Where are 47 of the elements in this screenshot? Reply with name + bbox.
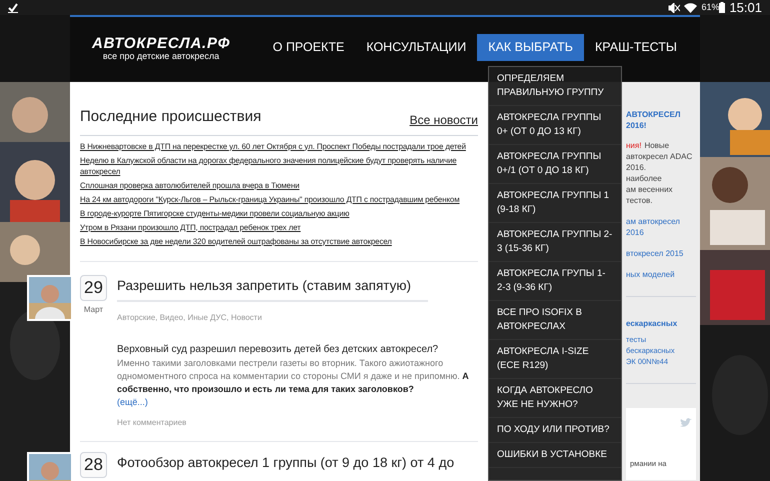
nav-tab[interactable]: О ПРОЕКТЕ xyxy=(262,34,356,61)
menu-item[interactable]: АВТОКРЕСЛА ГРУППЫ 0+ (ОТ 0 ДО 13 КГ) xyxy=(489,106,621,145)
menu-item[interactable]: ПО ХОДУ ИЛИ ПРОТИВ? xyxy=(489,418,621,443)
section-title: Последние происшествия xyxy=(80,107,262,127)
menu-item[interactable]: АВТОКРЕСЛА I-SIZE (ECE R129) xyxy=(489,340,621,379)
mute-icon xyxy=(668,2,680,12)
nav-tab[interactable]: КРАШ-ТЕСТЫ xyxy=(584,34,688,61)
clock: 15:01 xyxy=(729,0,762,17)
menu-item[interactable]: ВСЕ ПРО ISOFIX В АВТОКРЕСЛАХ xyxy=(489,301,621,340)
post-categories: Авторские, Видео, Иные ДУС, Новости xyxy=(117,312,263,324)
menu-item[interactable]: ОПРЕДЕЛЯЕМ ПРАВИЛЬНУЮ ГРУППУ xyxy=(489,67,621,106)
menu-item[interactable]: АВТОКРЕСЛА ГРУППЫ 2-3 (15-36 КГ) xyxy=(489,223,621,262)
site-tagline: все про детские автокресла xyxy=(102,50,220,62)
alert-text: ния! xyxy=(626,140,642,151)
battery-icon xyxy=(719,2,726,13)
menu-item[interactable]: ОШИБКИ В УСТАНОВКЕ xyxy=(489,443,621,468)
wifi-icon xyxy=(684,2,698,12)
avatar[interactable] xyxy=(27,274,73,320)
post-title[interactable]: Разрешить нельзя запретить (ставим запятую) xyxy=(117,274,478,300)
nav-tab[interactable]: КАК ВЫБРАТЬ xyxy=(477,34,584,61)
date-month: Март xyxy=(84,304,104,316)
check-icon xyxy=(8,2,18,12)
sidebar-link[interactable]: втокресел 2015 xyxy=(626,248,696,259)
post-lead: Верховный суд разрешил перевозить детей без детских автокресел? xyxy=(117,342,440,356)
section-heading[interactable]: АВТОКРЕСЕЛ 2016! xyxy=(626,109,696,131)
post-excerpt: Именно такими заголовками пестрели газеты во вторник. Такого ажиотажного одномоментного спроса на комментарии со стороны СМИ я даже и не припомню. А собственно, что произошло и есть ли тема для таких заголовков? xyxy=(117,356,470,396)
date-day: 28 xyxy=(80,452,107,478)
menu-item[interactable]: КОГДА АВТОКРЕСЛО УЖЕ НЕ НУЖНО? xyxy=(489,379,621,418)
all-news-link[interactable]: Все новости xyxy=(410,110,478,128)
battery-percent: 61% xyxy=(701,0,720,14)
body-text: ам весенних тестов. xyxy=(626,184,674,206)
body-text: автокресел ADAC 2016. xyxy=(626,151,694,173)
sidebar-link[interactable]: ам автокресел 2016 xyxy=(626,216,696,238)
read-more-link[interactable]: (ещё...) xyxy=(117,396,148,409)
menu-item[interactable]: АВТОКРЕСЛА ГРУППЫ 0+/1 (ОТ 0 ДО 18 КГ) xyxy=(489,145,621,184)
body-text: наиболее xyxy=(626,173,663,184)
site-logo[interactable]: АВТОКРЕСЛА.РФ xyxy=(92,36,230,51)
comments-count: Нет комментариев xyxy=(117,417,188,429)
body-text: Новые xyxy=(644,140,670,151)
menu-item[interactable]: АВТОКРЕСЛА ГРУПЫ 1-2-3 (9-36 КГ) xyxy=(489,262,621,301)
section-heading[interactable]: ескаркасных xyxy=(626,318,696,329)
sidebar-link[interactable]: ных моделей xyxy=(626,269,696,280)
nav-tab[interactable]: КОНСУЛЬТАЦИИ xyxy=(355,34,478,61)
post-title[interactable]: Фотообзор автокресел 1 группы (от 9 до 18 кг) от 4 до xyxy=(117,452,478,477)
date-day: 29 xyxy=(80,274,107,300)
bird-icon[interactable] xyxy=(680,418,692,428)
menu-item[interactable]: АВТОКРЕСЛА ГРУППЫ 1 (9-18 КГ) xyxy=(489,184,621,223)
